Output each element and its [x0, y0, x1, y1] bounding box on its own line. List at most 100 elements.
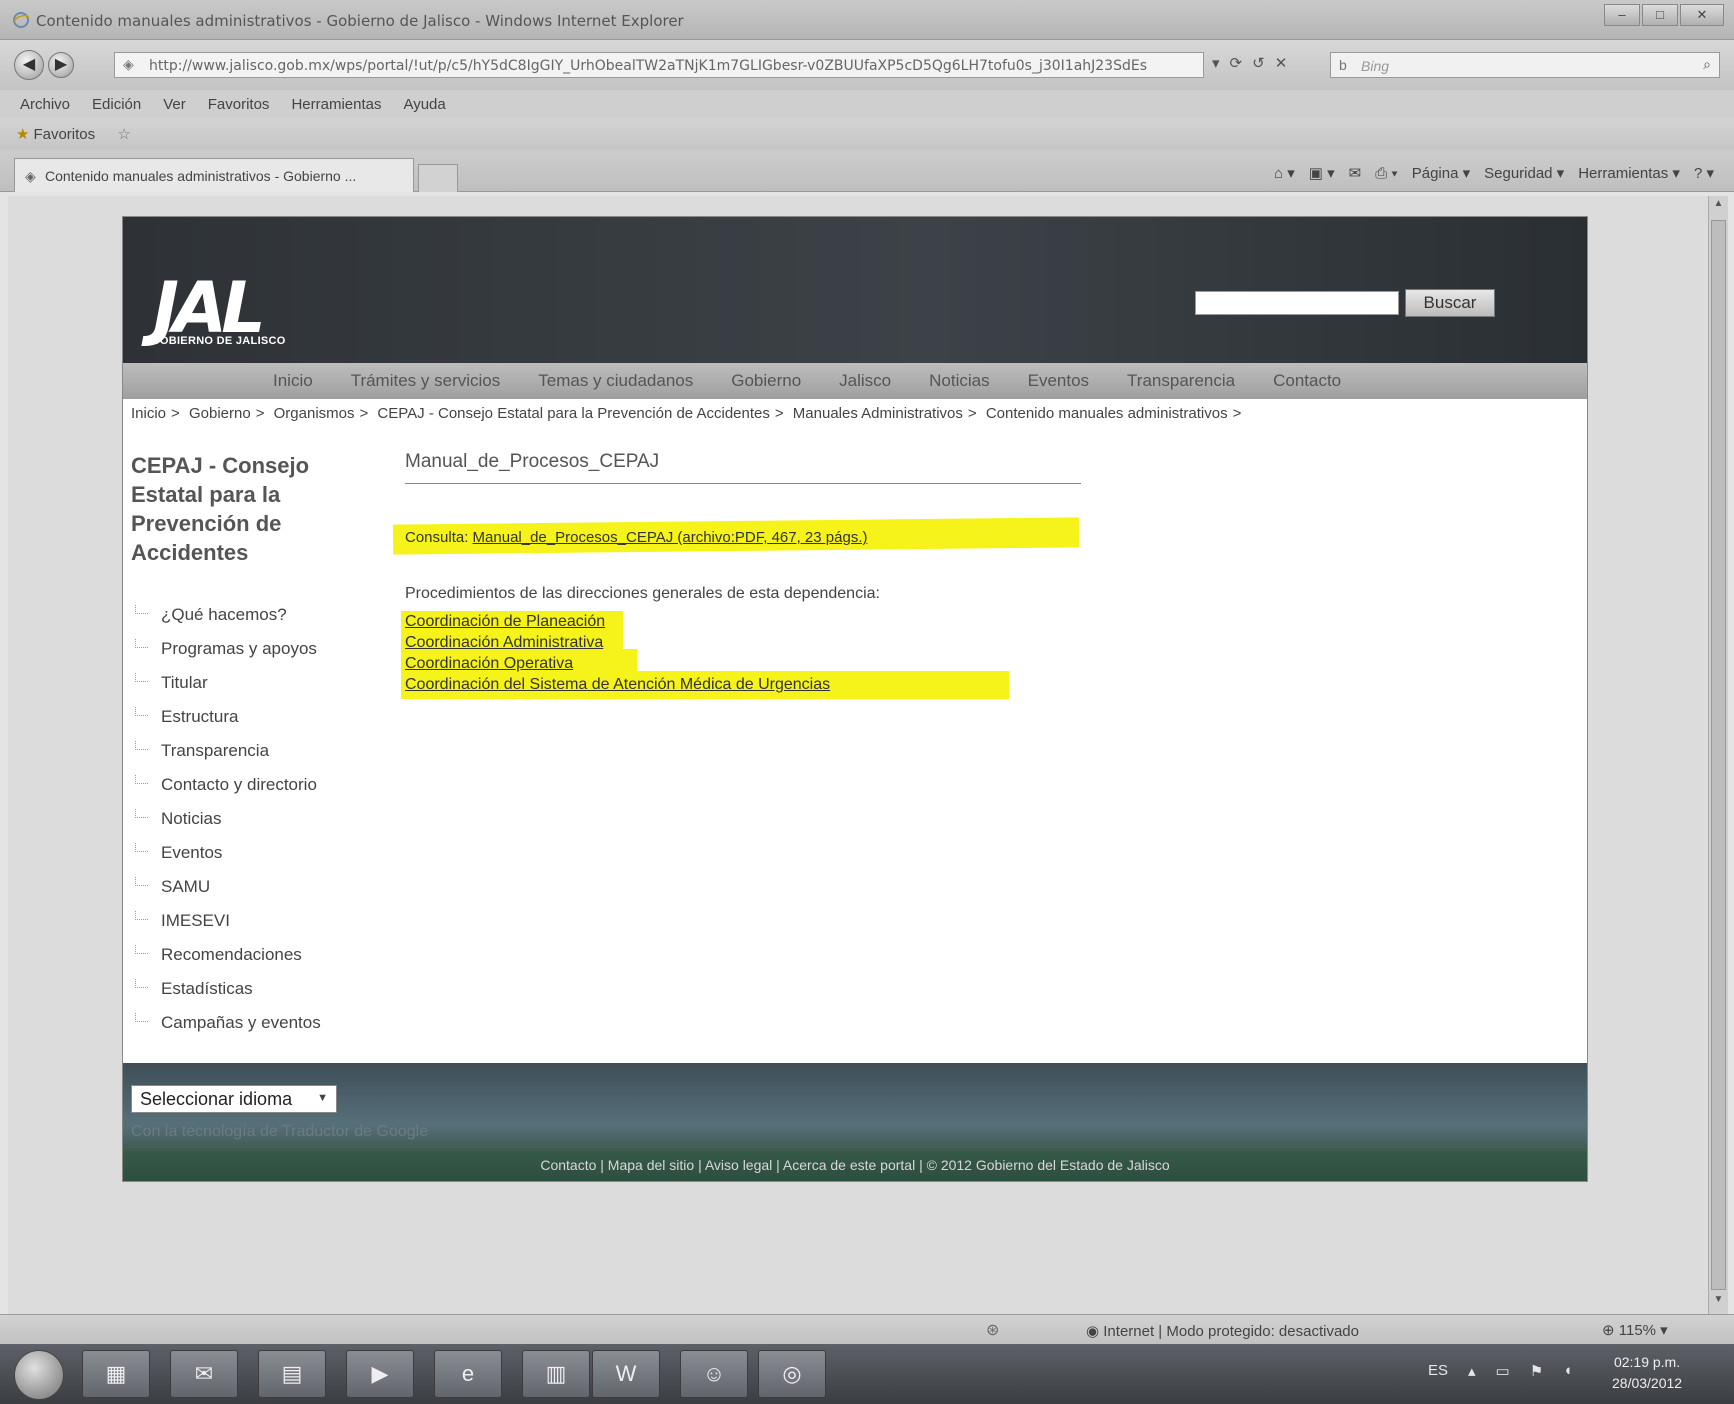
- start-button[interactable]: [14, 1350, 64, 1400]
- site-footer[interactable]: Contacto | Mapa del sitio | Aviso legal …: [123, 1151, 1587, 1181]
- address-input[interactable]: ◈ http://www.jalisco.gob.mx/wps/portal/!…: [114, 52, 1204, 78]
- stop-icon[interactable]: ✕: [1275, 54, 1288, 72]
- close-button[interactable]: ✕: [1680, 4, 1724, 26]
- language-indicator[interactable]: ES: [1428, 1362, 1448, 1380]
- users-task-icon[interactable]: ☺: [680, 1350, 748, 1398]
- sidebar-item-samu[interactable]: SAMU: [133, 877, 321, 911]
- site-search-input[interactable]: [1195, 291, 1399, 315]
- favorites-bar: ★ Favoritos ☆: [0, 118, 1734, 150]
- sidebar-item-transparencia[interactable]: Transparencia: [133, 741, 321, 775]
- page-menu[interactable]: Página ▾: [1412, 164, 1470, 182]
- nav-gobierno[interactable]: Gobierno: [731, 371, 801, 399]
- web-page: JAL GOBIERNO DE JALISCO Buscar Inicio Tr…: [122, 216, 1588, 1182]
- procedures-list: Coordinación de Planeación Coordinación …: [405, 613, 830, 697]
- menu-favoritos[interactable]: Favoritos: [208, 96, 270, 118]
- breadcrumb-item[interactable]: Gobierno: [189, 405, 251, 422]
- print-icon[interactable]: ⎙ ▾: [1375, 165, 1397, 182]
- search-button[interactable]: Buscar: [1405, 289, 1495, 317]
- sidebar-item-programas[interactable]: Programas y apoyos: [133, 639, 321, 673]
- nav-contacto[interactable]: Contacto: [1273, 371, 1341, 399]
- clock[interactable]: 02:19 p.m. 28/03/2012: [1612, 1352, 1682, 1394]
- explorer-task-icon[interactable]: ▤: [258, 1350, 326, 1398]
- taskbar: ▦ ✉ ▤ ▶ e ▥ W ☺ ◎ ES ▴ ▭ ⚑ ◖ 02:19 p.m. …: [0, 1344, 1734, 1404]
- logo-subtitle: GOBIERNO DE JALISCO: [151, 335, 286, 347]
- zoom-level[interactable]: ⊕ 115% ▾: [1602, 1321, 1668, 1339]
- nav-tramites[interactable]: Trámites y servicios: [351, 371, 501, 399]
- word-task-icon[interactable]: W: [592, 1350, 660, 1398]
- clock-time: 02:19 p.m.: [1613, 1354, 1681, 1370]
- scroll-up-icon[interactable]: ▲: [1711, 198, 1726, 216]
- document-task-icon[interactable]: ▥: [522, 1350, 590, 1398]
- ie-task-icon[interactable]: e: [434, 1350, 502, 1398]
- network-icon[interactable]: ▭: [1496, 1362, 1510, 1380]
- back-button[interactable]: ◀: [14, 50, 44, 80]
- security-zone[interactable]: ◉ Internet | Modo protegido: desactivado: [1086, 1322, 1359, 1340]
- breadcrumb-item[interactable]: Manuales Administrativos: [793, 405, 963, 422]
- scroll-down-icon[interactable]: ▼: [1711, 1294, 1726, 1312]
- nav-eventos[interactable]: Eventos: [1028, 371, 1089, 399]
- nav-noticias[interactable]: Noticias: [929, 371, 989, 399]
- sidebar-item-estadisticas[interactable]: Estadísticas: [133, 979, 321, 1013]
- link-coordinacion-samu[interactable]: Coordinación del Sistema de Atención Méd…: [405, 676, 830, 693]
- procedures-intro: Procedimientos de las direcciones genera…: [405, 585, 880, 602]
- sidebar-item-que-hacemos[interactable]: ¿Qué hacemos?: [133, 605, 321, 639]
- menu-archivo[interactable]: Archivo: [20, 96, 70, 118]
- vertical-scrollbar[interactable]: ▲ ▼: [1708, 196, 1728, 1314]
- link-coordinacion-administrativa[interactable]: Coordinación Administrativa: [405, 634, 603, 651]
- help-icon[interactable]: ? ▾: [1694, 164, 1714, 182]
- breadcrumb-item[interactable]: CEPAJ - Consejo Estatal para la Prevenci…: [377, 405, 769, 422]
- new-tab-button[interactable]: [418, 164, 458, 192]
- sidebar-item-campanas[interactable]: Campañas y eventos: [133, 1013, 321, 1047]
- language-select[interactable]: Seleccionar idioma ▼: [131, 1085, 337, 1113]
- breadcrumb-item[interactable]: Organismos: [274, 405, 355, 422]
- link-coordinacion-operativa[interactable]: Coordinación Operativa: [405, 655, 573, 672]
- tray-expand-icon[interactable]: ▴: [1468, 1362, 1476, 1380]
- volume-icon[interactable]: ◖: [1563, 1362, 1572, 1380]
- home-icon[interactable]: ⌂ ▾: [1274, 164, 1295, 182]
- link-coordinacion-planeacion[interactable]: Coordinación de Planeación: [405, 613, 605, 630]
- breadcrumb-item[interactable]: Contenido manuales administrativos: [986, 405, 1228, 422]
- menu-herramientas[interactable]: Herramientas: [291, 96, 381, 118]
- title-divider: [405, 483, 1081, 484]
- menu-ayuda[interactable]: Ayuda: [403, 96, 445, 118]
- app-task-icon[interactable]: ◎: [758, 1350, 826, 1398]
- tools-menu[interactable]: Herramientas ▾: [1578, 164, 1680, 182]
- sidebar-item-eventos[interactable]: Eventos: [133, 843, 321, 877]
- media-player-task-icon[interactable]: ▶: [346, 1350, 414, 1398]
- sidebar-item-recomendaciones[interactable]: Recomendaciones: [133, 945, 321, 979]
- scroll-thumb[interactable]: [1711, 220, 1726, 1290]
- nav-temas[interactable]: Temas y ciudadanos: [538, 371, 693, 399]
- sidebar-item-titular[interactable]: Titular: [133, 673, 321, 707]
- action-center-icon[interactable]: ⚑: [1530, 1362, 1543, 1380]
- mail-icon[interactable]: ✉: [1349, 164, 1362, 182]
- add-favorite-icon[interactable]: ☆: [117, 126, 130, 143]
- sidebar-item-imesevi[interactable]: IMESEVI: [133, 911, 321, 945]
- security-zone-text: Internet | Modo protegido: desactivado: [1103, 1323, 1359, 1340]
- sidebar-item-contacto[interactable]: Contacto y directorio: [133, 775, 321, 809]
- sidebar-item-noticias[interactable]: Noticias: [133, 809, 321, 843]
- refresh-icon[interactable]: ⟳: [1230, 54, 1243, 72]
- site-header: JAL GOBIERNO DE JALISCO Buscar: [123, 217, 1587, 363]
- reload-icon[interactable]: ↺: [1252, 54, 1265, 72]
- feeds-icon[interactable]: ▣ ▾: [1309, 164, 1335, 182]
- excel-task-icon[interactable]: ▦: [82, 1350, 150, 1398]
- tab-active[interactable]: ◈ Contenido manuales administrativos - G…: [14, 158, 414, 192]
- nav-transparencia[interactable]: Transparencia: [1127, 371, 1235, 399]
- manual-pdf-link[interactable]: Manual_de_Procesos_CEPAJ (archivo:PDF, 4…: [473, 529, 868, 546]
- breadcrumb-item[interactable]: Inicio: [131, 405, 166, 422]
- favorites-label: Favoritos: [33, 126, 96, 143]
- search-icon[interactable]: ⌕: [1703, 56, 1711, 73]
- menu-ver[interactable]: Ver: [163, 96, 186, 118]
- compat-view-icon[interactable]: ▾: [1212, 54, 1220, 72]
- nav-inicio[interactable]: Inicio: [273, 371, 313, 399]
- sidebar-item-estructura[interactable]: Estructura: [133, 707, 321, 741]
- outlook-task-icon[interactable]: ✉: [170, 1350, 238, 1398]
- forward-button[interactable]: ▶: [48, 52, 74, 78]
- nav-jalisco[interactable]: Jalisco: [839, 371, 891, 399]
- menu-edicion[interactable]: Edición: [92, 96, 141, 118]
- search-input[interactable]: b Bing ⌕: [1330, 52, 1720, 78]
- safety-menu[interactable]: Seguridad ▾: [1484, 164, 1564, 182]
- maximize-button[interactable]: □: [1642, 4, 1678, 26]
- favorites-button[interactable]: ★ Favoritos: [16, 126, 95, 143]
- minimize-button[interactable]: –: [1604, 4, 1640, 26]
